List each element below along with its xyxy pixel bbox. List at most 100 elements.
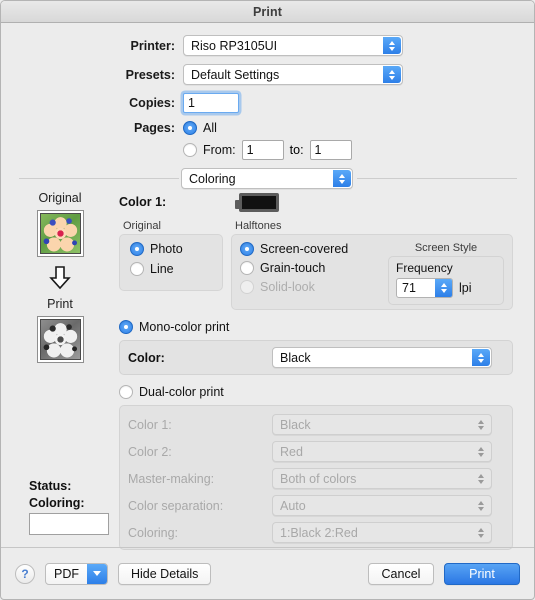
pages-all-option[interactable]: All (183, 121, 217, 135)
screen-style-label: Screen Style (414, 242, 478, 254)
color1-header-row: Color 1: (119, 191, 529, 213)
chevron-down-icon[interactable] (87, 563, 107, 584)
copies-label: Copies: (129, 96, 175, 110)
master-making-row: Master-making: Both of colors (120, 468, 512, 489)
dual-color-print-option[interactable]: Dual-color print (119, 385, 529, 399)
pane-selector-wrap: Coloring (181, 168, 353, 189)
presets-row: Presets: Default Settings (1, 64, 534, 85)
frequency-stepper[interactable]: 71 (396, 278, 453, 298)
radio-icon[interactable] (119, 385, 133, 399)
title-bar: Print (1, 1, 534, 23)
dual-coloring-value: 1:Black 2:Red (280, 525, 358, 540)
chevron-updown-icon (472, 470, 490, 487)
separator-left (19, 178, 179, 179)
dual-color2-row: Color 2: Red (120, 441, 512, 462)
pane-select[interactable]: Coloring (181, 168, 353, 189)
hide-details-button[interactable]: Hide Details (118, 562, 212, 585)
color1-header-label: Color 1: (119, 195, 167, 209)
print-dialog-window: Print Printer: Riso RP3105UI Presets: De… (0, 0, 535, 600)
original-option-line-label: Line (150, 262, 174, 276)
original-group-label: Original (123, 220, 161, 232)
dialog-footer: ? PDF Hide Details Cancel Print (1, 547, 534, 599)
mono-color-select[interactable]: Black (272, 347, 492, 368)
frequency-value[interactable]: 71 (397, 279, 435, 297)
halftone-option-solid-look-label: Solid-look (260, 280, 315, 294)
original-option-line[interactable]: Line (130, 262, 212, 276)
copies-row: Copies: 1 (1, 93, 534, 113)
master-making-select: Both of colors (272, 468, 492, 489)
dual-color2-select: Red (272, 441, 492, 462)
printer-label: Printer: (130, 38, 175, 53)
dual-coloring-row: Coloring: 1:Black 2:Red (120, 522, 512, 543)
pdf-button[interactable]: PDF (45, 562, 108, 585)
radio-icon[interactable] (240, 242, 254, 256)
help-button[interactable]: ? (15, 563, 35, 584)
pages-from-input[interactable]: 1 (241, 140, 284, 160)
dual-coloring-select: 1:Black 2:Red (272, 522, 492, 543)
presets-value: Default Settings (191, 67, 280, 82)
halftone-option-screen-covered[interactable]: Screen-covered (240, 242, 388, 256)
chevron-updown-icon[interactable] (383, 66, 401, 83)
cancel-button[interactable]: Cancel (368, 562, 434, 585)
halftone-option-grain-touch-label: Grain-touch (260, 261, 326, 275)
frequency-control-row: 71 lpi (396, 278, 496, 298)
coloring-options-pane: Color 1: Original Photo Line Halftones S… (119, 191, 529, 550)
mono-color-print-option[interactable]: Mono-color print (119, 320, 529, 334)
frequency-label: Frequency (396, 261, 453, 275)
halftones-group: Halftones Screen-covered Grain-touch Sol… (231, 220, 513, 310)
original-group-box: Photo Line (119, 234, 223, 291)
chevron-updown-icon[interactable] (383, 37, 401, 54)
chevron-updown-icon[interactable] (333, 170, 351, 187)
master-making-label: Master-making: (128, 471, 215, 486)
flower-image-grayscale (39, 319, 81, 360)
chevron-updown-icon[interactable] (472, 349, 490, 366)
pages-from-option[interactable]: From: (183, 143, 236, 157)
pages-to-input[interactable]: 1 (309, 140, 352, 160)
halftone-option-solid-look: Solid-look (240, 280, 388, 294)
chevron-updown-icon (472, 524, 490, 541)
radio-icon[interactable] (119, 320, 133, 334)
dual-color2-label: Color 2: (128, 444, 172, 459)
color-separation-value: Auto (280, 498, 306, 513)
dual-color1-row: Color 1: Black (120, 414, 512, 435)
flower-image-color (39, 213, 81, 254)
pages-all-row: Pages: All (1, 121, 534, 135)
original-option-photo[interactable]: Photo (130, 242, 212, 256)
halftone-option-screen-covered-label: Screen-covered (260, 242, 349, 256)
pane-select-value: Coloring (189, 171, 236, 186)
mono-color-label: Color: (128, 350, 165, 365)
mono-color-row: Color: Black (120, 347, 512, 368)
dual-color1-value: Black (280, 417, 311, 432)
presets-select[interactable]: Default Settings (183, 64, 403, 85)
color-separation-select: Auto (272, 495, 492, 516)
radio-icon[interactable] (183, 143, 197, 157)
dual-color-print-label: Dual-color print (139, 385, 224, 399)
radio-icon[interactable] (183, 121, 197, 135)
printer-select[interactable]: Riso RP3105UI (183, 35, 403, 56)
screen-style-box: Frequency 71 lpi (388, 256, 504, 305)
pages-range-row: From: 1 to: 1 (1, 140, 534, 160)
status-value-box (29, 513, 109, 535)
radio-icon[interactable] (130, 242, 144, 256)
mono-color-print-label: Mono-color print (139, 320, 230, 334)
ink-cartridge-icon (235, 192, 279, 212)
dual-coloring-label: Coloring: (128, 525, 179, 540)
halftone-settings-row: Original Photo Line Halftones Screen-cov… (119, 220, 529, 310)
pages-from-label: From: (203, 143, 236, 157)
status-coloring-label: Coloring: (29, 496, 85, 510)
halftones-group-box: Screen-covered Grain-touch Solid-look Sc… (231, 234, 513, 310)
halftone-option-grain-touch[interactable]: Grain-touch (240, 261, 388, 275)
dual-color2-value: Red (280, 444, 303, 459)
original-option-photo-label: Photo (150, 242, 183, 256)
print-button[interactable]: Print (444, 562, 520, 585)
arrow-down-icon (49, 266, 71, 290)
chevron-updown-icon[interactable] (435, 279, 452, 297)
radio-icon[interactable] (240, 261, 254, 275)
print-thumbnail (36, 316, 84, 363)
radio-icon[interactable] (130, 262, 144, 276)
original-preview-label: Original (38, 191, 82, 205)
halftones-group-label: Halftones (235, 220, 282, 232)
pdf-button-label: PDF (54, 566, 79, 581)
copies-input[interactable]: 1 (183, 93, 239, 113)
chevron-updown-icon (472, 416, 490, 433)
